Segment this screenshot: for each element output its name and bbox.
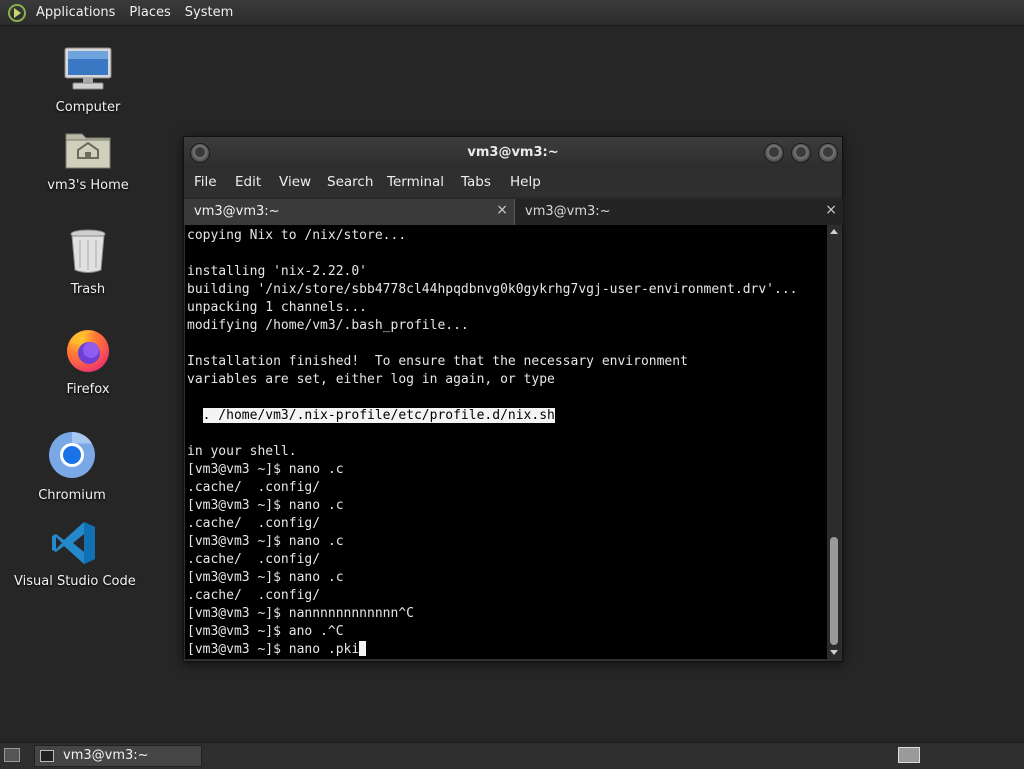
minimize-button[interactable] (764, 143, 784, 163)
tab-bar: vm3@vm3:~ × vm3@vm3:~ × (184, 197, 843, 225)
home-folder-icon (64, 128, 112, 174)
terminal-menubar: File Edit View Search Terminal Tabs Help (184, 169, 842, 197)
tab-label: vm3@vm3:~ (525, 204, 611, 219)
terminal-icon (40, 750, 54, 762)
terminal-line: [vm3@vm3 ~]$ nano .c (187, 498, 344, 513)
terminal-line: [vm3@vm3 ~]$ nano .c (187, 570, 344, 585)
terminal-line: [vm3@vm3 ~]$ nano .c (187, 462, 344, 477)
window-title: vm3@vm3:~ (467, 145, 559, 160)
close-button[interactable] (818, 143, 838, 163)
scroll-down-icon[interactable] (830, 650, 838, 655)
terminal-line: .cache/ .config/ (187, 480, 321, 495)
terminal-line: .cache/ .config/ (187, 588, 321, 603)
tab-2[interactable]: vm3@vm3:~ × (514, 199, 843, 225)
terminal-line: [vm3@vm3 ~]$ nano .c (187, 534, 344, 549)
terminal-line: building '/nix/store/sbb4778cl44hpqdbnvg… (187, 282, 798, 297)
bottom-taskbar: vm3@vm3:~ (0, 742, 1024, 769)
desktop-icon-label: Firefox (66, 382, 110, 397)
terminal-line: . /home/vm3/.nix-profile/etc/profile.d/n… (202, 408, 555, 423)
terminal-cursor (359, 641, 367, 656)
taskbar-item-terminal[interactable]: vm3@vm3:~ (34, 745, 202, 767)
scrollbar-thumb[interactable] (830, 537, 838, 645)
terminal-line: [vm3@vm3 ~]$ ano .^C (187, 624, 344, 639)
terminal-line: [vm3@vm3 ~]$ nano .pki (187, 641, 797, 659)
menu-terminal[interactable]: Terminal (387, 174, 444, 190)
terminal-line: copying Nix to /nix/store... (187, 228, 407, 243)
terminal-scrollbar[interactable] (827, 225, 841, 659)
taskbar-item-label: vm3@vm3:~ (63, 748, 149, 763)
menu-edit[interactable]: Edit (235, 174, 261, 190)
computer-icon (63, 46, 113, 96)
distro-logo-icon[interactable] (8, 3, 26, 22)
terminal-line: in your shell. (187, 444, 297, 459)
terminal-line: Installation finished! To ensure that th… (187, 354, 688, 369)
window-titlebar[interactable]: vm3@vm3:~ (184, 137, 842, 169)
terminal-line: .cache/ .config/ (187, 516, 321, 531)
desktop-icon-computer[interactable]: Computer (28, 46, 148, 115)
terminal-output: copying Nix to /nix/store... installing '… (187, 227, 797, 659)
desktop-icon-label: Trash (70, 282, 106, 297)
system-menu[interactable]: System (179, 5, 241, 20)
terminal-line: unpacking 1 channels... (187, 300, 368, 315)
desktop-icon-firefox[interactable]: Firefox (28, 326, 148, 397)
tab-1[interactable]: vm3@vm3:~ × (184, 199, 514, 225)
desktop-icon-label: Visual Studio Code (14, 574, 136, 589)
trash-icon (68, 228, 108, 278)
terminal-line: installing 'nix-2.22.0' (187, 264, 368, 279)
tab-label: vm3@vm3:~ (194, 204, 280, 219)
desktop-icon-label: vm3's Home (47, 178, 129, 193)
places-menu[interactable]: Places (123, 5, 178, 20)
terminal-line: .cache/ .config/ (187, 552, 321, 567)
desktop-icon-trash[interactable]: Trash (28, 228, 148, 297)
menu-tabs[interactable]: Tabs (461, 174, 491, 190)
menu-search[interactable]: Search (327, 174, 373, 190)
top-panel: Applications Places System (0, 0, 1024, 26)
terminal-line: variables are set, either log in again, … (187, 372, 555, 387)
terminal-window[interactable]: vm3@vm3:~ File Edit View Search Terminal… (183, 136, 843, 662)
scroll-up-icon[interactable] (830, 229, 838, 234)
tab-close-icon[interactable]: × (825, 202, 837, 218)
maximize-button[interactable] (791, 143, 811, 163)
terminal-line: [vm3@vm3 ~]$ nannnnnnnnnnnn^C (187, 606, 414, 621)
firefox-icon (64, 326, 112, 378)
desktop-icon-label: Computer (55, 100, 121, 115)
workspace-switcher[interactable] (898, 747, 920, 763)
desktop-icon-vscode[interactable]: Visual Studio Code (14, 520, 136, 589)
menu-view[interactable]: View (279, 174, 311, 190)
terminal-line: modifying /home/vm3/.bash_profile... (187, 318, 469, 333)
show-desktop-icon[interactable] (4, 748, 20, 762)
menu-help[interactable]: Help (510, 174, 541, 190)
desktop-icon-chromium[interactable]: Chromium (12, 430, 132, 503)
desktop-icon-home[interactable]: vm3's Home (28, 128, 148, 193)
vscode-icon (51, 520, 97, 570)
menu-file[interactable]: File (194, 174, 217, 190)
desktop-icon-label: Chromium (38, 488, 106, 503)
tab-close-icon[interactable]: × (496, 202, 508, 218)
applications-menu[interactable]: Applications (30, 5, 123, 20)
chromium-icon (47, 430, 97, 484)
terminal-screen[interactable]: copying Nix to /nix/store... installing '… (185, 225, 827, 659)
